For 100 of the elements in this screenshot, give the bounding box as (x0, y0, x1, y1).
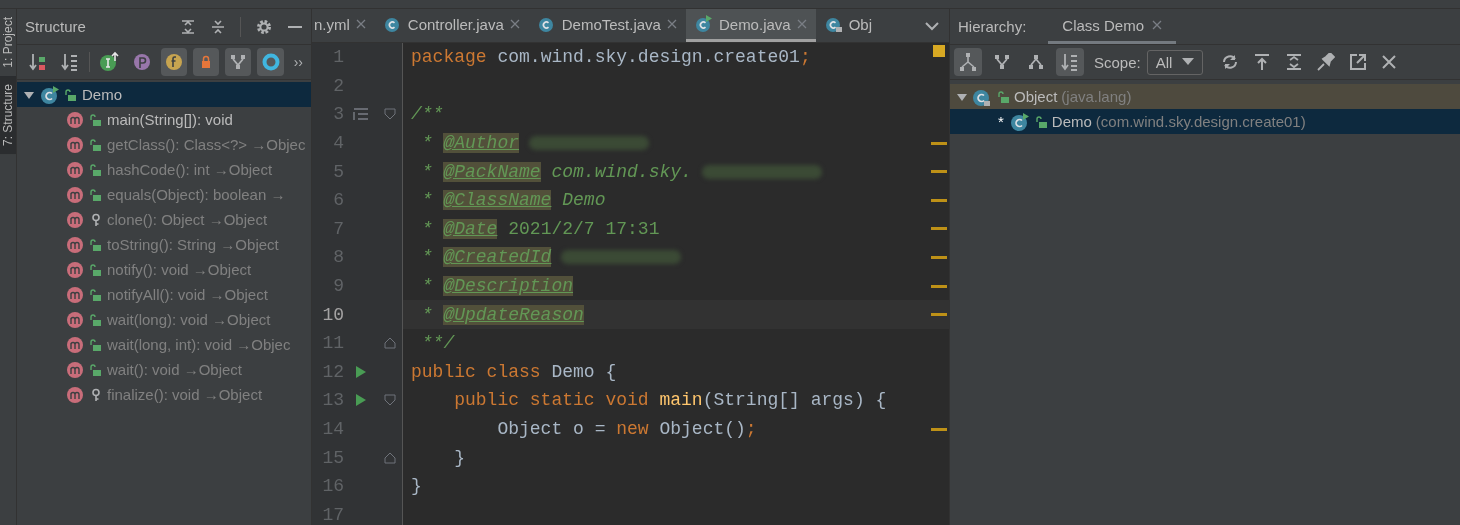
tree-item[interactable]: wait(): void →Object (17, 357, 311, 382)
unlocked-icon (90, 112, 102, 127)
show-fields-button[interactable] (160, 48, 188, 76)
warning-marker[interactable] (931, 170, 947, 174)
doc-tag: @CreatedId (443, 247, 552, 268)
warning-marker[interactable] (931, 427, 947, 431)
close-icon[interactable] (666, 19, 677, 29)
doc-comment: * (420, 304, 434, 325)
hierarchy-tab[interactable]: Class Demo (1048, 9, 1177, 44)
hierarchy-row[interactable]: * Demo (com.wind.sky.design.create01) (950, 109, 1460, 134)
fold-icon[interactable] (384, 108, 396, 121)
tree-item[interactable]: notifyAll(): void →Object (17, 282, 311, 307)
fold-icon[interactable] (384, 451, 396, 464)
close-icon[interactable] (1381, 54, 1398, 70)
refresh-icon[interactable] (1221, 53, 1240, 71)
warning-marker[interactable] (931, 227, 947, 231)
editor-tab[interactable]: n.yml (312, 9, 375, 42)
export-icon[interactable] (1253, 53, 1272, 71)
fold-icon[interactable] (384, 337, 396, 350)
warning-marker[interactable] (931, 284, 947, 288)
method-signature: wait(long): void →Object (107, 311, 271, 328)
scope-dropdown[interactable]: All (1146, 49, 1204, 75)
method-signature: getClass(): Class<?> →Objec (107, 136, 306, 153)
more-button[interactable]: ›› (293, 54, 303, 70)
warning-marker[interactable] (931, 255, 947, 259)
package-name: (java.lang) (1061, 88, 1132, 105)
tree-item[interactable]: equals(Object): boolean → (17, 182, 311, 207)
close-icon[interactable] (509, 19, 520, 29)
collapse-all-icon[interactable] (210, 18, 226, 35)
class-icon (1009, 111, 1032, 132)
method-icon (65, 184, 85, 205)
side-tab[interactable]: 7: Structure (0, 75, 16, 154)
show-non-public-button[interactable] (193, 48, 220, 76)
warning-marker[interactable] (931, 198, 947, 202)
settings-icon[interactable] (255, 17, 273, 36)
method-icon (65, 359, 85, 380)
doc-comment: * (420, 247, 434, 268)
tree-item[interactable]: hashCode(): int →Object (17, 157, 311, 182)
doc-comment: * (420, 190, 434, 211)
warning-marker[interactable] (931, 141, 947, 145)
editor-tab[interactable]: Demo.java (685, 9, 816, 42)
tree-item[interactable]: wait(long, int): void →Objec (17, 332, 311, 357)
sort-alphabetically-button[interactable] (1056, 48, 1084, 76)
key-icon (90, 212, 102, 227)
fold-icon[interactable] (384, 394, 396, 407)
method-signature: notify(): void →Object (107, 261, 252, 278)
chevron-icon (925, 20, 939, 31)
method-signature: notifyAll(): void →Object (107, 286, 268, 303)
method-signature: wait(long, int): void →Objec (107, 336, 291, 353)
expand-all-icon[interactable] (180, 18, 196, 35)
tree-row[interactable]: Demo (17, 82, 311, 107)
tree-item[interactable]: finalize(): void →Object (17, 382, 311, 407)
code-keyword: ; (745, 419, 757, 439)
editor-tab[interactable]: Controller.java (374, 9, 529, 42)
method-signature: hashCode(): int →Object (107, 161, 273, 178)
method-icon (65, 284, 85, 305)
type-hierarchy-button[interactable] (954, 48, 982, 76)
close-icon[interactable] (1152, 20, 1163, 30)
doc-comment: Demo (561, 190, 606, 211)
unlocked-icon (65, 87, 77, 102)
close-icon[interactable] (355, 19, 366, 29)
scope-label: Scope: (1094, 53, 1141, 71)
run-icon[interactable] (355, 364, 367, 379)
sort-icon (1060, 52, 1080, 72)
doc-comment: * (420, 133, 434, 154)
class-icon (537, 15, 556, 33)
method-icon (65, 109, 85, 130)
editor-tab[interactable]: DemoTest.java (528, 9, 686, 42)
pin-icon[interactable] (1317, 53, 1336, 71)
doc-comment: 2021/2/7 17:31 (507, 218, 660, 239)
class-name: Object (1014, 88, 1058, 105)
tree-item[interactable]: clone(): Object →Object (17, 207, 311, 232)
unlocked-icon (90, 237, 102, 252)
doc-comment: * (420, 218, 434, 239)
doc-comment: /** (411, 104, 444, 125)
tree-item[interactable]: main(String[]): void (17, 107, 311, 132)
show-anonymous-button[interactable] (257, 48, 284, 76)
open-in-window-icon[interactable] (1349, 53, 1368, 71)
method-signature: clone(): Object →Object (107, 211, 268, 228)
show-inherited-tree-button[interactable] (225, 48, 252, 76)
method-signature: equals(Object): boolean → (107, 186, 286, 203)
editor-tab[interactable]: Obj (815, 9, 881, 42)
tree-item[interactable]: notify(): void →Object (17, 257, 311, 282)
property-icon (131, 52, 152, 72)
method-signature: finalize(): void →Object (107, 386, 263, 403)
hierarchy-row[interactable]: Object (java.lang) (950, 84, 1460, 109)
current-marker: * (998, 113, 1004, 130)
tree-item[interactable]: getClass(): Class<?> →Objec (17, 132, 311, 157)
warning-marker[interactable] (931, 313, 947, 317)
tree-item[interactable]: toString(): String →Object (17, 232, 311, 257)
unlocked-icon (90, 262, 102, 277)
expand-all-icon[interactable] (1285, 53, 1304, 71)
method-signature: toString(): String →Object (107, 236, 279, 253)
doc-tag: @Author (443, 133, 520, 154)
hierarchy-icon (958, 52, 978, 72)
code-text: (String[] args) { (702, 390, 887, 411)
code-keyword: ; (799, 47, 811, 68)
side-tab[interactable]: 1: Project (0, 9, 16, 76)
tree-item[interactable]: wait(long): void →Object (17, 307, 311, 332)
run-icon[interactable] (355, 393, 367, 408)
